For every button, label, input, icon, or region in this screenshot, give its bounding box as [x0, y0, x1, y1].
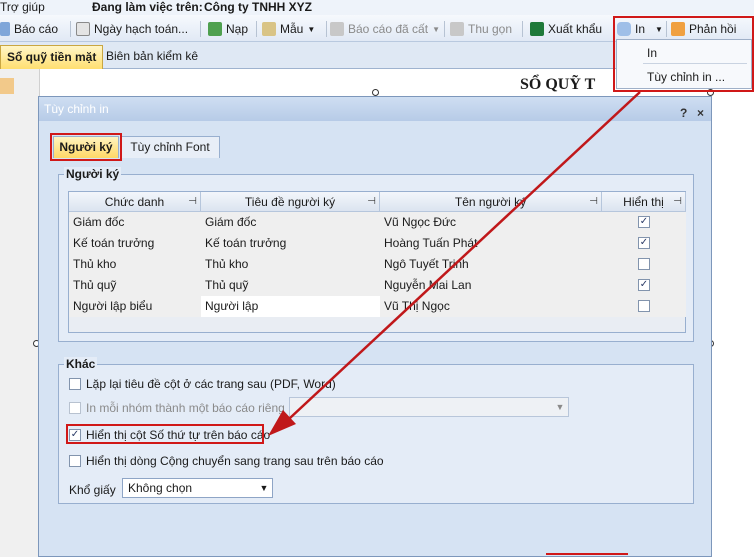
other-group-label: Khác	[64, 357, 98, 371]
saved-report-icon	[330, 22, 344, 36]
pin-icon[interactable]: ⊣	[188, 192, 197, 212]
cell-signer-title[interactable]: Giám đốc	[201, 212, 380, 233]
option-each-group-separate[interactable]: In mỗi nhóm thành một báo cáo riêng	[69, 401, 285, 415]
tab-inventory-report[interactable]: Biên bản kiểm kê	[100, 45, 204, 69]
column-header-signer-title[interactable]: Tiêu đề người ký ⊣	[201, 192, 380, 212]
cell-position: Thủ quỹ	[69, 275, 201, 296]
separator	[256, 21, 257, 37]
option-checkbox[interactable]	[69, 455, 81, 467]
dropdown-arrow-icon: ▼	[307, 24, 316, 34]
cell-signer-title[interactable]: Người lập	[201, 296, 380, 317]
visible-checkbox[interactable]	[638, 300, 650, 312]
refresh-icon	[208, 22, 222, 36]
report-button[interactable]: Báo cáo	[0, 20, 58, 38]
separator	[444, 21, 445, 37]
column-header-position[interactable]: Chức danh ⊣	[69, 192, 201, 212]
grid-footer	[69, 317, 685, 332]
cell-signer-title[interactable]: Thủ quỹ	[201, 275, 380, 296]
highlight-partial	[546, 553, 628, 557]
column-header-signer-name[interactable]: Tên người ký ⊣	[380, 192, 602, 212]
report-title: SỔ QUỸ T	[520, 76, 596, 93]
highlight-signers-tab	[50, 133, 122, 161]
signers-grid: Chức danh ⊣ Tiêu đề người ký ⊣ Tên người k…	[68, 191, 686, 333]
dialog-title-bar: Tùy chỉnh in ? ×	[39, 97, 711, 121]
help-icon[interactable]: ?	[680, 101, 687, 125]
separator	[326, 21, 327, 37]
report-marker	[0, 78, 14, 94]
tab-cash-book[interactable]: Sổ quỹ tiền mặt	[0, 45, 104, 69]
visible-checkbox[interactable]	[638, 258, 650, 270]
option-repeat-column-headers[interactable]: Lặp lại tiêu đề cột ở các trang sau (PDF…	[69, 377, 336, 391]
paper-size-label: Khổ giấy	[69, 483, 116, 497]
posting-date-button[interactable]: Ngày hạch toán...	[76, 20, 188, 38]
collapse-icon	[450, 22, 464, 36]
highlight-print-menu	[613, 16, 754, 92]
option-show-carry-forward-row[interactable]: Hiển thị dòng Cộng chuyển sang trang sau…	[69, 454, 384, 468]
chevron-down-icon: ▼	[555, 402, 565, 412]
separator	[522, 21, 523, 37]
paper-size-select[interactable]: Không chọn ▼	[122, 478, 273, 498]
signers-group-label: Người ký	[64, 167, 122, 181]
chevron-down-icon: ▼	[259, 483, 269, 493]
cell-position: Giám đốc	[69, 212, 201, 233]
cell-signer-name[interactable]: Hoàng Tuấn Phát	[380, 233, 602, 254]
pin-icon[interactable]: ⊣	[367, 192, 376, 212]
dialog-title: Tùy chỉnh in	[44, 102, 109, 116]
close-icon[interactable]: ×	[697, 101, 704, 125]
cell-position: Người lập biểu	[69, 296, 201, 317]
option-checkbox[interactable]	[69, 402, 81, 414]
cell-position: Kế toán trưởng	[69, 233, 201, 254]
load-button[interactable]: Nạp	[208, 20, 248, 38]
highlight-row-number-option	[66, 424, 264, 444]
visible-checkbox[interactable]: ✓	[638, 279, 650, 291]
visible-checkbox[interactable]: ✓	[638, 237, 650, 249]
option-checkbox[interactable]	[69, 378, 81, 390]
cell-signer-name[interactable]: Nguyễn Mai Lan	[380, 275, 602, 296]
workspace-value: Công ty TNHH XYZ	[204, 0, 312, 14]
excel-icon	[530, 22, 544, 36]
template-button[interactable]: Mẫu ▼	[262, 20, 315, 38]
visible-checkbox[interactable]: ✓	[638, 216, 650, 228]
menu-bar: Trợ giúp Đang làm việc trên: Công ty TNH…	[0, 0, 754, 15]
pin-icon[interactable]: ⊣	[589, 192, 598, 212]
menu-help[interactable]: Trợ giúp	[0, 0, 45, 14]
calendar-icon	[76, 22, 90, 36]
separator	[70, 21, 71, 37]
tab-font-settings[interactable]: Tùy chỉnh Font	[120, 136, 220, 158]
column-header-visible[interactable]: Hiển thị ⊣	[602, 192, 686, 212]
cell-signer-title[interactable]: Thủ kho	[201, 254, 380, 275]
dropdown-arrow-icon: ▼	[432, 24, 440, 34]
collapse-button[interactable]: Thu gọn	[450, 20, 512, 38]
separator	[200, 21, 201, 37]
resize-handle[interactable]	[372, 89, 379, 96]
pin-icon[interactable]: ⊣	[673, 192, 682, 212]
saved-reports-button[interactable]: Báo cáo đã cất ▼	[330, 20, 440, 38]
cell-signer-name[interactable]: Vũ Ngọc Đức	[380, 212, 602, 233]
cell-signer-name[interactable]: Vũ Thị Ngọc	[380, 296, 602, 317]
cell-signer-title[interactable]: Kế toán trưởng	[201, 233, 380, 254]
cell-signer-name[interactable]: Ngô Tuyết Trinh	[380, 254, 602, 275]
group-select-dropdown[interactable]: ▼	[289, 397, 569, 417]
report-icon	[0, 22, 10, 36]
cell-position: Thủ kho	[69, 254, 201, 275]
report-margin	[0, 69, 40, 557]
template-icon	[262, 22, 276, 36]
export-button[interactable]: Xuất khẩu	[530, 20, 602, 38]
workspace-label: Đang làm việc trên:	[92, 0, 203, 14]
